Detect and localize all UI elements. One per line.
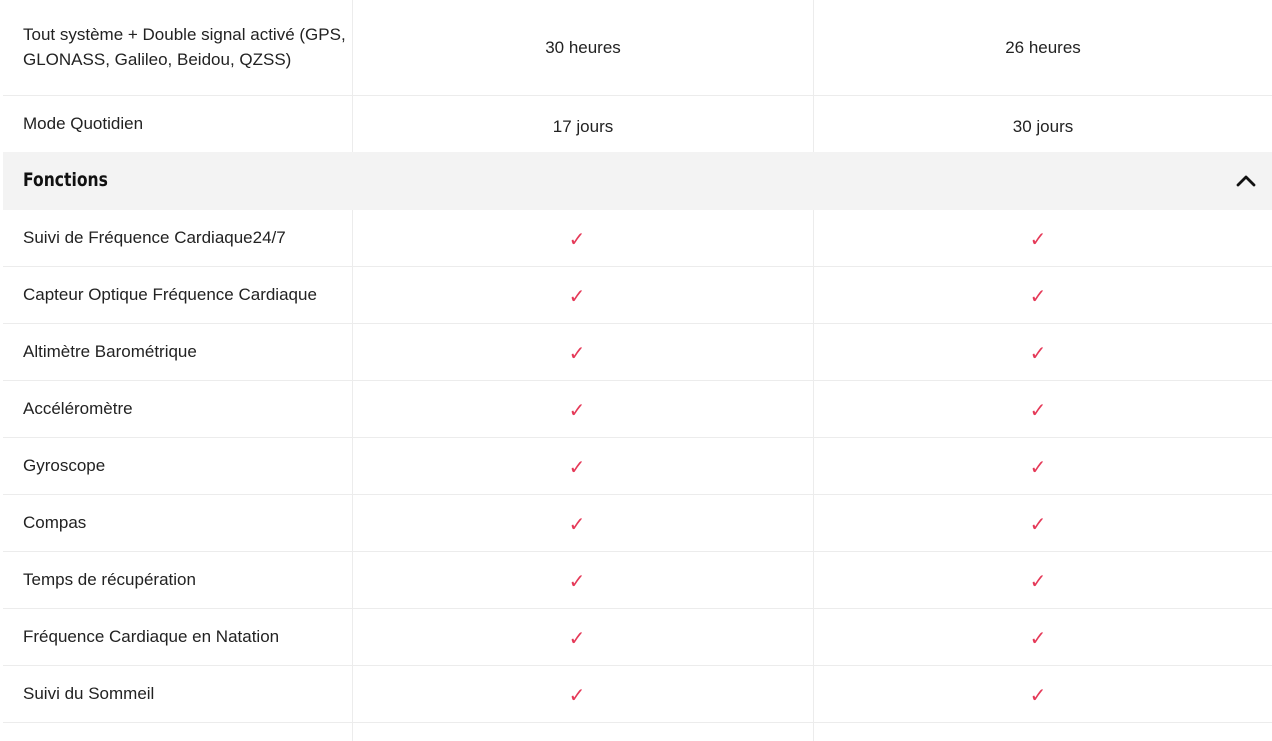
table-row: Temps de récupération ✓ ✓ xyxy=(3,552,1272,609)
value-text: 30 heures xyxy=(545,37,621,57)
row-label: Gyroscope xyxy=(3,438,353,494)
check-icon: ✓ xyxy=(568,683,586,707)
check-cell: ✓ xyxy=(353,324,814,380)
check-icon: ✓ xyxy=(568,512,586,536)
check-cell: ✓ xyxy=(814,495,1272,551)
check-cell: ✓ xyxy=(353,438,814,494)
check-icon: ✓ xyxy=(1029,455,1047,479)
table-row xyxy=(3,723,1272,741)
check-cell: ✓ xyxy=(353,552,814,608)
check-icon: ✓ xyxy=(568,398,586,422)
check-icon: ✓ xyxy=(1029,398,1047,422)
check-icon: ✓ xyxy=(568,341,586,365)
section-title: Fonctions xyxy=(23,169,108,191)
check-cell: ✓ xyxy=(814,324,1272,380)
check-icon: ✓ xyxy=(1029,626,1047,650)
check-icon: ✓ xyxy=(568,455,586,479)
check-cell: ✓ xyxy=(353,495,814,551)
check-icon: ✓ xyxy=(568,284,586,308)
value-text: 26 heures xyxy=(1005,37,1081,57)
row-label: Suivi de Fréquence Cardiaque24/7 xyxy=(3,210,353,266)
check-cell xyxy=(353,723,814,741)
row-value-watch-1: 17 jours xyxy=(353,96,814,152)
table-row: Tout système + Double signal activé (GPS… xyxy=(3,0,1272,96)
table-row: Mode Quotidien 17 jours 30 jours xyxy=(3,96,1272,152)
row-label: Compas xyxy=(3,495,353,551)
row-label: Mode Quotidien xyxy=(3,96,353,152)
row-value-watch-2: 26 heures xyxy=(814,0,1272,95)
table-row: Accéléromètre ✓ ✓ xyxy=(3,381,1272,438)
check-icon: ✓ xyxy=(568,626,586,650)
row-label: Altimètre Barométrique xyxy=(3,324,353,380)
check-cell: ✓ xyxy=(814,210,1272,266)
check-cell: ✓ xyxy=(353,381,814,437)
check-cell: ✓ xyxy=(814,267,1272,323)
table-row: Altimètre Barométrique ✓ ✓ xyxy=(3,324,1272,381)
check-icon: ✓ xyxy=(1029,341,1047,365)
table-row: Fréquence Cardiaque en Natation ✓ ✓ xyxy=(3,609,1272,666)
check-icon: ✓ xyxy=(1029,683,1047,707)
comparison-table: Tout système + Double signal activé (GPS… xyxy=(3,0,1272,741)
chevron-up-icon[interactable] xyxy=(1234,169,1258,193)
check-icon: ✓ xyxy=(1029,569,1047,593)
check-cell: ✓ xyxy=(353,609,814,665)
value-text: 30 jours xyxy=(1012,117,1074,136)
check-cell: ✓ xyxy=(353,267,814,323)
check-cell: ✓ xyxy=(814,438,1272,494)
row-label: Capteur Optique Fréquence Cardiaque xyxy=(3,267,353,323)
value-text: 17 jours xyxy=(552,117,614,136)
check-cell: ✓ xyxy=(353,666,814,722)
table-row: Suivi du Sommeil ✓ ✓ xyxy=(3,666,1272,723)
check-icon: ✓ xyxy=(568,227,586,251)
row-label: Suivi du Sommeil xyxy=(3,666,353,722)
row-label: Fréquence Cardiaque en Natation xyxy=(3,609,353,665)
check-icon: ✓ xyxy=(1029,227,1047,251)
row-value-watch-1: 30 heures xyxy=(353,0,814,95)
table-row: Suivi de Fréquence Cardiaque24/7 ✓ ✓ xyxy=(3,210,1272,267)
check-icon: ✓ xyxy=(1029,512,1047,536)
check-icon: ✓ xyxy=(568,569,586,593)
check-cell: ✓ xyxy=(814,381,1272,437)
row-value-watch-2: 30 jours xyxy=(814,96,1272,152)
row-label: Tout système + Double signal activé (GPS… xyxy=(3,0,353,95)
table-row: Capteur Optique Fréquence Cardiaque ✓ ✓ xyxy=(3,267,1272,324)
table-row: Gyroscope ✓ ✓ xyxy=(3,438,1272,495)
check-cell: ✓ xyxy=(814,552,1272,608)
section-header-fonctions[interactable]: Fonctions xyxy=(3,152,1272,210)
row-label: Temps de récupération xyxy=(3,552,353,608)
check-cell: ✓ xyxy=(814,609,1272,665)
check-icon: ✓ xyxy=(1029,284,1047,308)
row-label xyxy=(3,723,353,741)
table-row: Compas ✓ ✓ xyxy=(3,495,1272,552)
check-cell: ✓ xyxy=(814,666,1272,722)
check-cell: ✓ xyxy=(353,210,814,266)
row-label: Accéléromètre xyxy=(3,381,353,437)
check-cell xyxy=(814,723,1272,741)
